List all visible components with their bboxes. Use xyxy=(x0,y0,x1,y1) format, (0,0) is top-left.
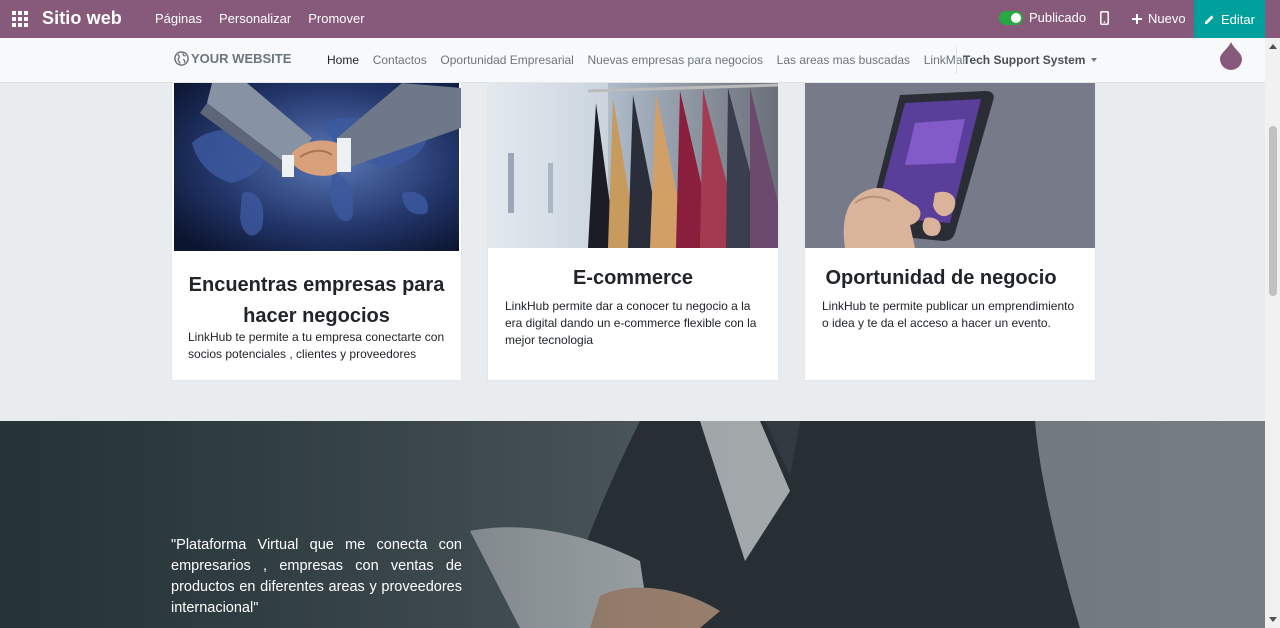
card-title-line2: hacer negocios xyxy=(243,305,390,327)
dropdown-label: Tech Support System xyxy=(963,53,1086,67)
card-title: Oportunidad de negocio xyxy=(825,267,1057,289)
nav-menu: Home Contactos Oportunidad Empresarial N… xyxy=(327,53,981,67)
site-logo[interactable]: YOUR WEBSITE xyxy=(174,51,291,66)
pencil-icon xyxy=(1205,15,1214,24)
scroll-up-arrow-icon[interactable] xyxy=(1269,44,1277,49)
menu-paginas[interactable]: Páginas xyxy=(155,11,202,26)
globe-icon xyxy=(174,51,189,66)
testimonial-quote: "Plataforma Virtual que me conecta con e… xyxy=(171,537,462,616)
admin-bar: Sitio web Páginas Personalizar Promover … xyxy=(0,0,1280,38)
nav-oportunidad-empresarial[interactable]: Oportunidad Empresarial xyxy=(440,53,573,67)
nav-nuevas-empresas[interactable]: Nuevas empresas para negocios xyxy=(588,53,763,67)
new-button[interactable]: Nuevo xyxy=(1132,11,1186,26)
scroll-down-arrow-icon[interactable] xyxy=(1269,617,1277,622)
scroll-thumb[interactable] xyxy=(1269,126,1277,296)
card-business-opportunity: Oportunidad de negocio LinkHub te permit… xyxy=(804,82,1096,381)
page-scrollbar[interactable] xyxy=(1265,38,1280,628)
website-navbar: YOUR WEBSITE Home Contactos Oportunidad … xyxy=(0,38,1265,83)
nav-areas-buscadas[interactable]: Las areas mas buscadas xyxy=(777,53,910,67)
card-description: LinkHub te permite publicar un emprendim… xyxy=(822,299,1075,330)
caret-down-icon xyxy=(1091,58,1098,62)
card-title-line1: Encuentras empresas para xyxy=(188,274,445,296)
app-title[interactable]: Sitio web xyxy=(42,8,122,29)
menu-personalizar[interactable]: Personalizar xyxy=(219,11,291,26)
nav-home[interactable]: Home xyxy=(327,53,359,67)
card-title: Encuentras empresas para hacer negocios xyxy=(172,273,461,328)
logo-text: YOUR WEBSITE xyxy=(191,51,292,66)
admin-menu: Páginas Personalizar Promover xyxy=(155,11,365,26)
nav-contactos[interactable]: Contactos xyxy=(373,53,427,67)
tech-support-dropdown[interactable]: Tech Support System xyxy=(963,53,1098,67)
card-business-network: Encuentras empresas para hacer negocios … xyxy=(171,82,462,381)
edit-label: Editar xyxy=(1221,11,1255,27)
mobile-preview-icon[interactable] xyxy=(1100,11,1109,30)
nav-divider xyxy=(956,47,957,74)
card-description: LinkHub permite dar a conocer tu negocio… xyxy=(505,299,757,347)
card-title: E-commerce xyxy=(572,267,694,289)
testimonial-banner: "Plataforma Virtual que me conecta con e… xyxy=(0,421,1265,628)
card-description: LinkHub te permite a tu empresa conectar… xyxy=(188,330,445,361)
new-label: Nuevo xyxy=(1148,11,1186,26)
edit-button[interactable]: Editar xyxy=(1194,0,1265,38)
menu-promover[interactable]: Promover xyxy=(308,11,364,26)
nav-linkmall[interactable]: LinkMall xyxy=(924,53,968,67)
handshake-image xyxy=(172,83,461,253)
card-ecommerce: E-commerce LinkHub permite dar a conocer… xyxy=(487,82,779,381)
apps-grid-icon[interactable] xyxy=(12,11,28,27)
published-label: Publicado xyxy=(1029,10,1087,25)
plus-icon xyxy=(1132,13,1142,24)
clothing-rack-image xyxy=(488,83,778,248)
smartphone-image xyxy=(805,83,1095,248)
publish-toggle[interactable]: Publicado xyxy=(999,10,1086,25)
toggle-switch-icon[interactable] xyxy=(999,10,1023,25)
theme-drop-icon[interactable] xyxy=(1218,40,1244,75)
